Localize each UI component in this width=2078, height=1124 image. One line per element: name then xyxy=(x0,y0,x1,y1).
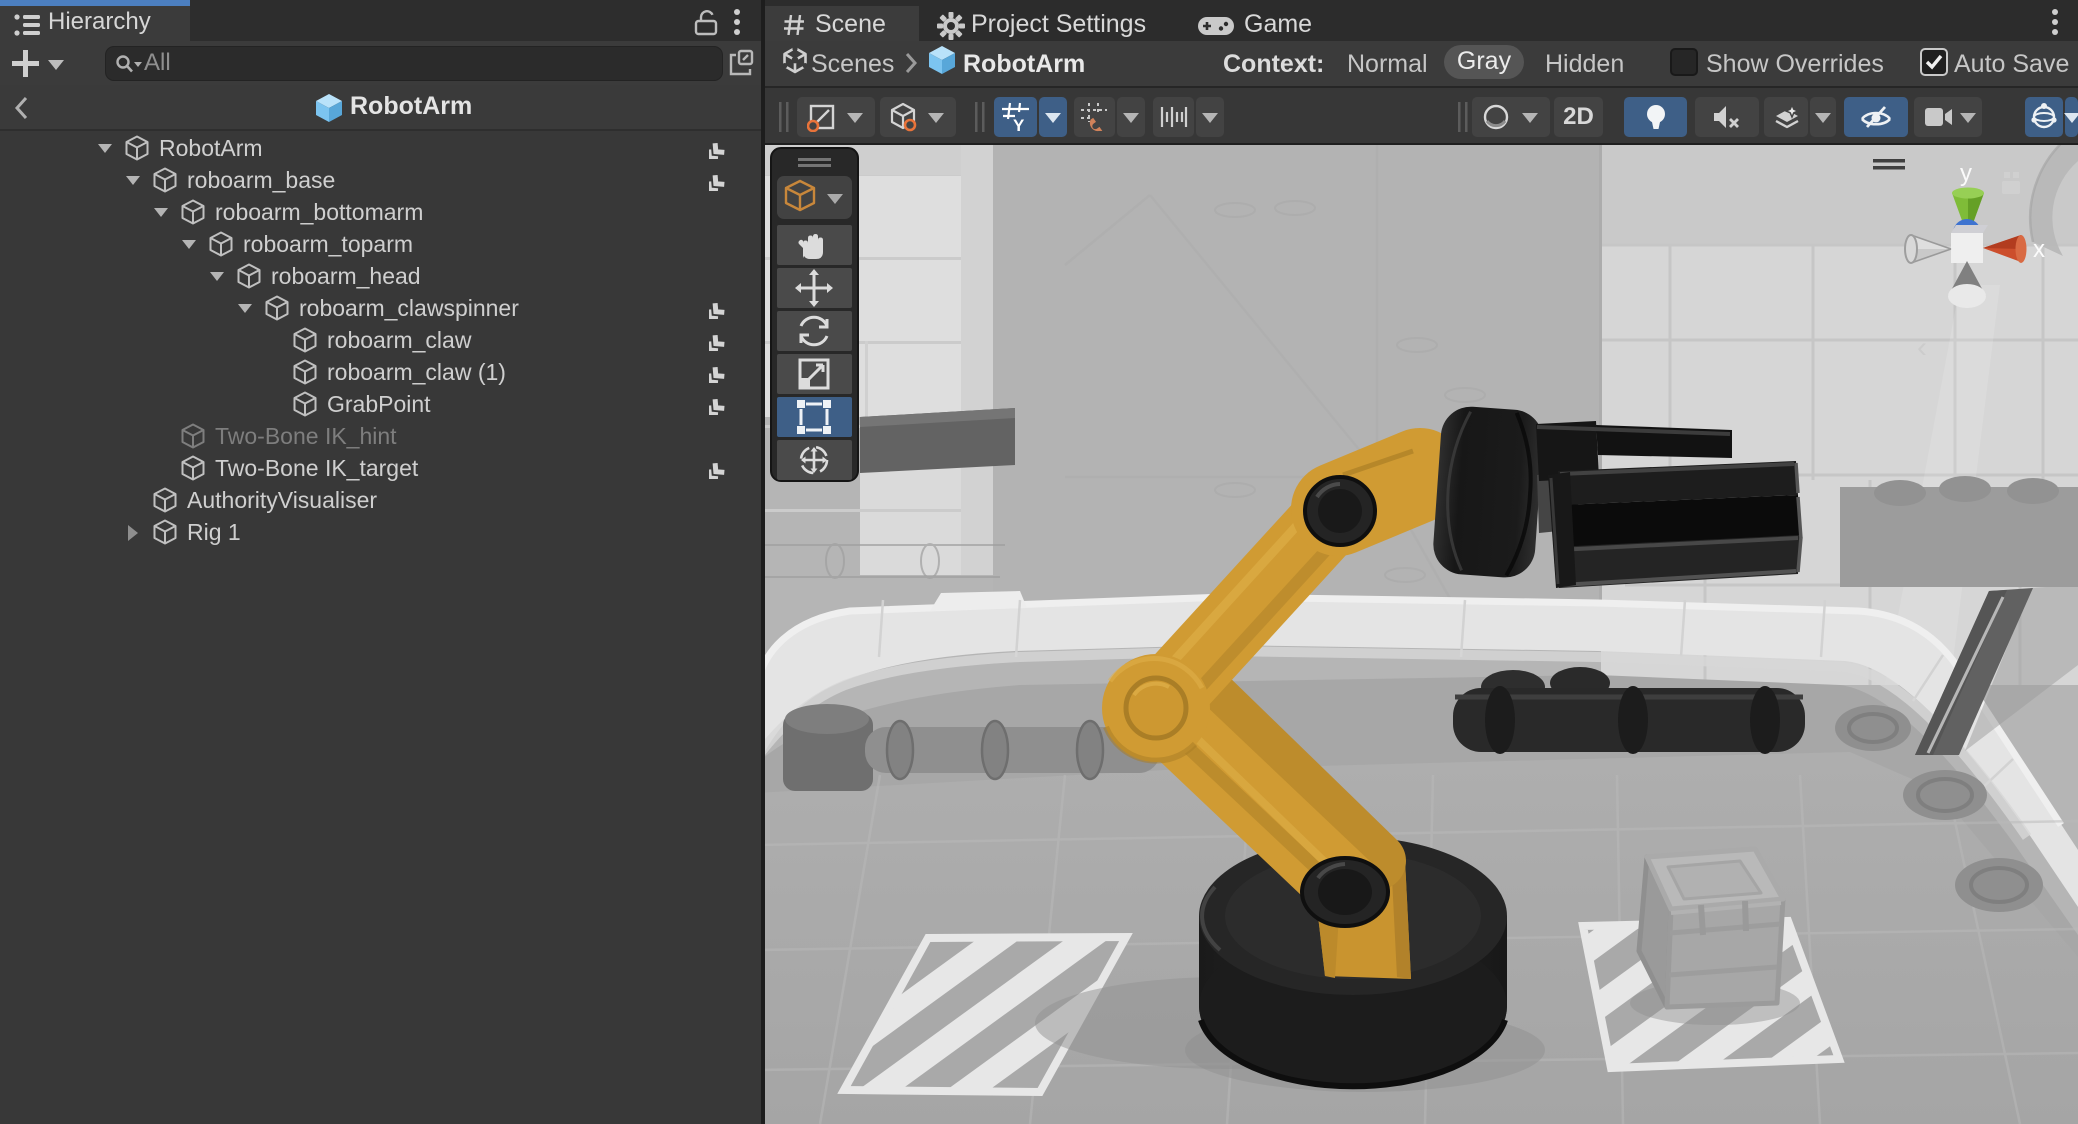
svg-text:x: x xyxy=(2033,236,2045,263)
svg-text:‹: ‹ xyxy=(1917,331,1927,364)
svg-text:y: y xyxy=(1960,160,1972,187)
svg-text:Y: Y xyxy=(1013,116,1025,132)
